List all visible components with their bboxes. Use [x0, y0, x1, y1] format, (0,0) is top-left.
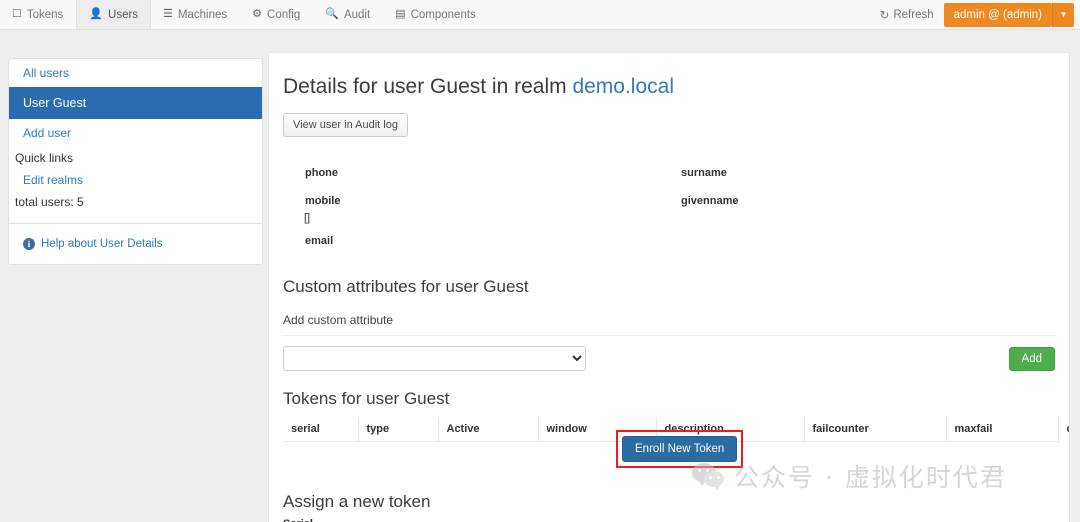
- custom-attributes-heading: Custom attributes for user Guest: [283, 277, 1055, 297]
- field-label-mobile: mobile: [305, 195, 340, 207]
- nav-item-machines[interactable]: ☰ Machines: [151, 0, 240, 29]
- caret-down-icon[interactable]: ▼: [1052, 3, 1074, 27]
- custom-attribute-row: Add: [283, 346, 1055, 371]
- main-inner: Details for user Guest in realm demo.loc…: [269, 53, 1069, 522]
- nav-item-machines-label: Machines: [178, 9, 227, 21]
- page-title: Details for user Guest in realm demo.loc…: [283, 75, 1055, 99]
- nav-item-config[interactable]: ⚙ Config: [240, 0, 313, 29]
- field-label-surname: surname: [681, 167, 727, 179]
- sidebar-item-user-guest[interactable]: User Guest: [9, 87, 262, 119]
- field-label-givenname: givenname: [681, 195, 738, 207]
- user-icon: 👤: [89, 9, 103, 20]
- field-value-mobile: []: [304, 212, 310, 224]
- token-icon: ☐: [12, 9, 22, 20]
- view-user-in-audit-log-button[interactable]: View user in Audit log: [283, 113, 408, 137]
- column-header-active[interactable]: Active: [438, 417, 538, 442]
- add-custom-attribute-label: Add custom attribute: [283, 313, 1055, 327]
- nav-item-tokens[interactable]: ☐ Tokens: [0, 0, 76, 29]
- serial-label: Serial: [283, 518, 1055, 522]
- table-cell: [804, 442, 946, 476]
- nav-item-audit-label: Audit: [344, 9, 370, 21]
- refresh-icon: ↻: [880, 8, 890, 22]
- nav-item-config-label: Config: [267, 9, 300, 21]
- assign-token-heading: Assign a new token: [283, 492, 1055, 512]
- main-content-panel: Details for user Guest in realm demo.loc…: [268, 52, 1070, 522]
- navbar-items: ☐ Tokens 👤 Users ☰ Machines ⚙ Config 🔍 A…: [0, 0, 489, 29]
- gear-icon: ⚙: [252, 9, 262, 20]
- add-attribute-button[interactable]: Add: [1009, 347, 1055, 371]
- sidebar-help-label: Help about User Details: [41, 238, 162, 250]
- field-label-email: email: [305, 235, 333, 247]
- sidebar-item-edit-realms[interactable]: Edit realms: [9, 169, 262, 191]
- table-cell: [438, 442, 538, 476]
- top-navbar: ☐ Tokens 👤 Users ☰ Machines ⚙ Config 🔍 A…: [0, 0, 1080, 30]
- user-menu-button[interactable]: admin @ (admin): [944, 3, 1052, 27]
- nav-item-tokens-label: Tokens: [27, 9, 63, 21]
- machines-icon: ☰: [163, 9, 173, 20]
- enroll-new-token-highlight: Enroll New Token: [616, 430, 743, 468]
- field-label-phone: phone: [305, 167, 338, 179]
- components-icon: ▤: [395, 9, 405, 20]
- column-header-failcounter[interactable]: failcounter: [804, 417, 946, 442]
- sidebar: All users User Guest Add user Quick link…: [8, 58, 263, 265]
- user-detail-fields: phone surname mobile givenname [] email: [283, 151, 1055, 271]
- navbar-right: ↻ Refresh admin @ (admin) ▼: [870, 0, 1080, 29]
- table-cell: [283, 442, 358, 476]
- nav-item-audit[interactable]: 🔍 Audit: [313, 0, 383, 29]
- nav-item-components[interactable]: ▤ Components: [383, 0, 489, 29]
- column-header-type[interactable]: type: [358, 417, 438, 442]
- refresh-button[interactable]: ↻ Refresh: [870, 0, 944, 29]
- sidebar-item-add-user[interactable]: Add user: [9, 119, 262, 147]
- sidebar-item-all-users[interactable]: All users: [9, 59, 262, 87]
- page-title-realm-link[interactable]: demo.local: [572, 75, 674, 98]
- table-cell: [946, 442, 1058, 476]
- nav-item-users[interactable]: 👤 Users: [76, 0, 151, 29]
- custom-attribute-select[interactable]: [283, 346, 586, 371]
- refresh-label: Refresh: [893, 9, 933, 21]
- sidebar-quick-links-label: Quick links: [9, 147, 262, 169]
- sidebar-help-link[interactable]: i Help about User Details: [9, 224, 262, 264]
- enroll-new-token-button[interactable]: Enroll New Token: [622, 436, 737, 462]
- column-header-serial[interactable]: serial: [283, 417, 358, 442]
- search-icon: 🔍: [325, 9, 339, 20]
- sidebar-total-users: total users: 5: [9, 191, 262, 213]
- tokens-heading: Tokens for user Guest: [283, 389, 1055, 409]
- page-title-prefix: Details for user Guest in realm: [283, 75, 572, 98]
- nav-item-users-label: Users: [108, 9, 138, 21]
- custom-attributes-divider: [283, 335, 1055, 336]
- column-header-maxfail[interactable]: maxfail: [946, 417, 1058, 442]
- nav-item-components-label: Components: [411, 9, 476, 21]
- info-icon: i: [23, 238, 35, 250]
- table-cell: [358, 442, 438, 476]
- user-menu-label: admin @ (admin): [954, 9, 1042, 21]
